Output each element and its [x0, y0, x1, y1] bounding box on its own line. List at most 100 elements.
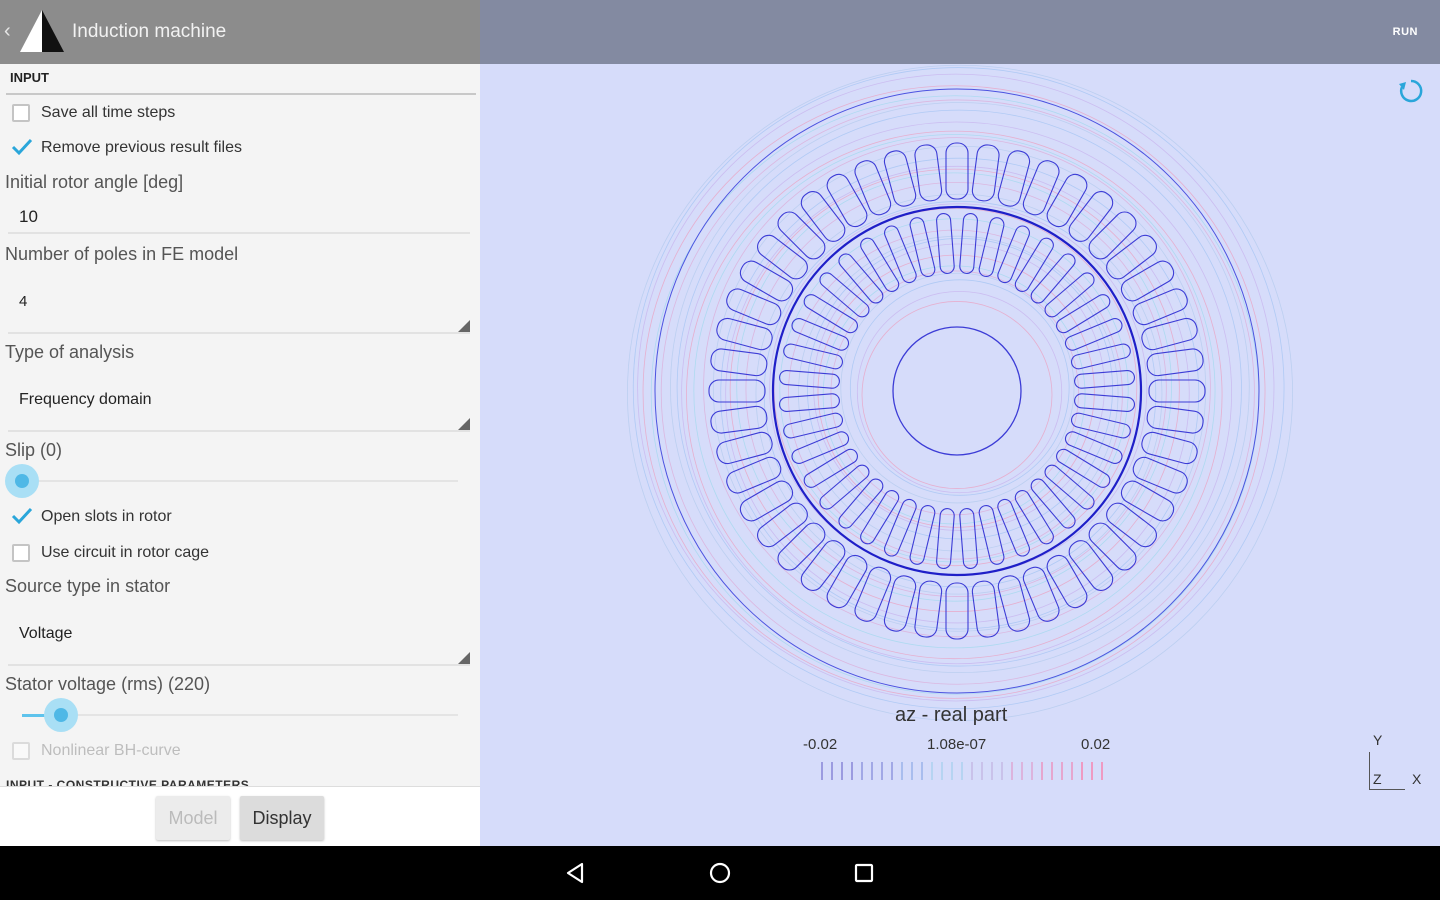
refresh-icon[interactable]: [1398, 78, 1424, 104]
stator-slot: [945, 142, 969, 200]
rotor-slot: [909, 217, 936, 278]
voltage-slider-thumb[interactable]: [44, 698, 78, 732]
section-title-constructive: INPUT - CONSTRUCTIVE PARAMETERS: [6, 778, 250, 786]
field-contour-line: [861, 301, 1053, 489]
source-type-label: Source type in stator: [5, 576, 171, 596]
rotor-slot: [1064, 431, 1123, 464]
field-contour-line: [798, 235, 1119, 552]
run-button[interactable]: RUN: [1393, 26, 1418, 38]
stator-slot: [800, 540, 846, 591]
rotor-angle-label: Initial rotor angle [deg]: [5, 172, 184, 192]
input-panel: INPUT Save all time steps Remove previou…: [0, 64, 480, 786]
motor-field-plot[interactable]: [480, 64, 1440, 846]
rotor-slot: [860, 237, 900, 292]
plot-viewport[interactable]: az - real part -0.02 1.08e-07 0.02 Y Z X: [480, 64, 1440, 846]
check-icon: [11, 138, 33, 156]
use-circuit-row[interactable]: Use circuit in rotor cage: [12, 541, 209, 565]
field-contour-line: [637, 73, 1275, 702]
field-contour-line: [632, 67, 1285, 710]
field-contours: [626, 64, 1293, 721]
stator-slot: [1148, 379, 1206, 403]
field-contour-line: [822, 265, 1086, 525]
check-icon: [11, 507, 33, 525]
save-steps-row[interactable]: Save all time steps: [12, 101, 175, 125]
rotor-slot: [959, 212, 978, 274]
field-contour-line: [817, 254, 1095, 528]
colorbar-max-label: 0.02: [1081, 736, 1111, 753]
plot-label: az - real part: [895, 704, 1008, 726]
field-contour-line: [856, 291, 1063, 494]
stator-slot: [1106, 502, 1157, 548]
field-contour-line: [736, 172, 1172, 602]
stator-slot: [1068, 540, 1114, 591]
rotor-slot: [819, 272, 870, 318]
field-contour-line: [840, 272, 1075, 504]
source-type-select[interactable]: Voltage: [19, 625, 72, 643]
nonlinear-row[interactable]: Nonlinear BH-curve: [12, 739, 181, 763]
stator-slot: [1141, 317, 1198, 351]
app-title: Induction machine: [72, 21, 227, 42]
select-underline: [8, 664, 470, 666]
axis-triad-x: [1369, 789, 1405, 790]
colorbar-mid-label: 1.08e-07: [927, 736, 987, 753]
stator-slot: [1046, 554, 1088, 609]
checkbox[interactable]: [12, 104, 30, 122]
open-slots-row[interactable]: Open slots in rotor: [11, 505, 172, 529]
stator-slot: [716, 431, 773, 465]
checkbox[interactable]: [12, 544, 30, 562]
rotor-slot: [884, 225, 917, 284]
field-contour-line: [720, 157, 1200, 630]
stator-slot: [914, 144, 943, 202]
slip-label: Slip (0): [5, 440, 63, 460]
stator-voltage-label: Stator voltage (rms) (220): [5, 674, 211, 694]
slip-slider-track[interactable]: [22, 480, 458, 482]
field-contour-line: [729, 168, 1180, 612]
checkbox-checked[interactable]: [11, 507, 33, 526]
home-circle-icon[interactable]: [707, 860, 733, 886]
input-underline: [8, 232, 470, 234]
analysis-label: Type of analysis: [5, 342, 135, 362]
dropdown-arrow-icon[interactable]: [458, 652, 470, 664]
air-gap-circle: [771, 205, 1143, 577]
model-button[interactable]: Model: [156, 796, 230, 840]
select-underline: [8, 332, 470, 334]
display-button[interactable]: Display: [240, 796, 324, 840]
stator-slot: [777, 522, 826, 571]
stator-slot: [1132, 288, 1188, 326]
dropdown-arrow-icon[interactable]: [458, 320, 470, 332]
axis-x-label: X: [1412, 771, 1422, 787]
stator-slot: [854, 160, 892, 216]
stator-slot: [1132, 456, 1188, 494]
colorbar-min-label: -0.02: [803, 736, 838, 753]
section-title-input: INPUT: [10, 70, 49, 85]
select-underline: [8, 430, 470, 432]
recents-square-icon[interactable]: [851, 860, 877, 886]
checkbox[interactable]: [12, 742, 30, 760]
rotor-angle-input[interactable]: 10: [19, 207, 38, 227]
stator-slot: [710, 348, 768, 377]
stator-slots: [708, 142, 1206, 640]
stator-slot: [1046, 173, 1088, 228]
field-contour-line: [626, 64, 1293, 721]
checkbox-checked[interactable]: [11, 138, 33, 157]
colorbar: [821, 762, 1103, 780]
voltage-slider-track[interactable]: [22, 714, 458, 716]
rotor-slot: [978, 504, 1005, 565]
shaft-circle: [892, 326, 1022, 456]
rotor-slot: [909, 504, 936, 565]
axis-triad-y: [1369, 752, 1370, 790]
poles-label: Number of poles in FE model: [5, 244, 239, 264]
stator-slot: [777, 211, 826, 260]
analysis-select[interactable]: Frequency domain: [19, 391, 152, 409]
back-icon[interactable]: ‹: [4, 20, 11, 43]
checkbox-label: Use circuit in rotor cage: [41, 544, 210, 561]
field-contour-line: [787, 229, 1123, 560]
remove-files-row[interactable]: Remove previous result files: [11, 136, 242, 160]
checkbox-label: Save all time steps: [41, 104, 176, 121]
back-triangle-icon[interactable]: [563, 860, 589, 886]
app-logo: [20, 10, 64, 52]
field-contour-line: [773, 207, 1138, 567]
dropdown-arrow-icon[interactable]: [458, 418, 470, 430]
slip-slider-thumb[interactable]: [5, 464, 39, 498]
poles-select[interactable]: 4: [19, 293, 27, 310]
